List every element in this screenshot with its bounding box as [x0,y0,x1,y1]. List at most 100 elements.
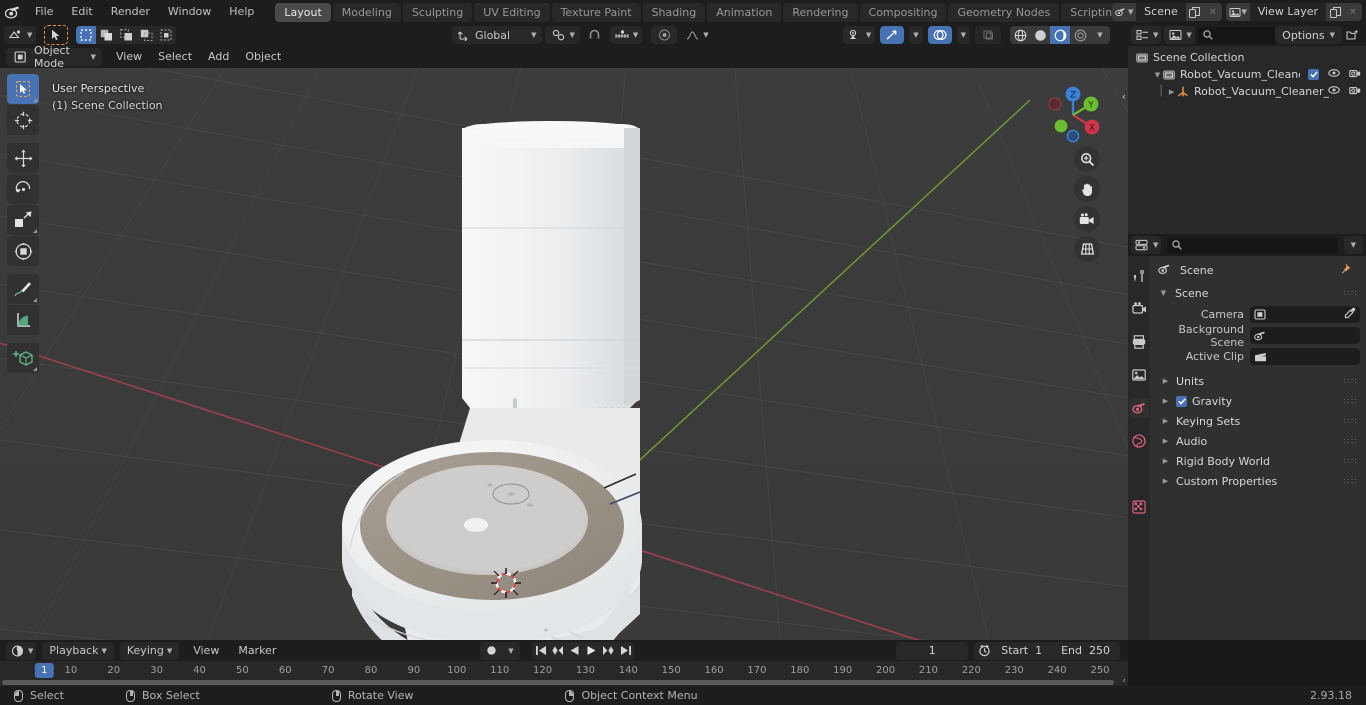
pin-icon[interactable] [1341,262,1354,278]
scale-tool[interactable] [7,205,39,235]
hide-in-viewport-toggle[interactable] [1328,85,1340,98]
orthographic-grid-icon[interactable] [1074,236,1100,262]
playback-menu[interactable]: Playback ▼ [42,641,114,660]
xray-toggle[interactable] [975,26,1001,44]
texture-properties-tab[interactable] [1129,497,1149,517]
outliner-row[interactable]: ▼ Robot_Vacuum_Cleaner_on_S [1128,66,1366,83]
3d-viewport[interactable]: User Perspective (1) Scene Collection Z … [0,68,1128,640]
frame-end-field[interactable]: End 250 [1054,641,1120,660]
snap-toggle[interactable] [583,26,607,44]
current-frame-field[interactable]: 1 [896,641,969,660]
keying-menu[interactable]: Keying ▼ [119,641,180,660]
workspace-tab-modeling[interactable]: Modeling [332,2,401,22]
auto-keying-toggle[interactable] [480,642,502,660]
workspace-tab-animation[interactable]: Animation [707,2,782,22]
add-cube-tool[interactable] [7,343,39,373]
jump-to-end-button[interactable] [617,642,634,660]
active-tool-indicator[interactable] [44,25,69,45]
property-panel-keying-sets[interactable]: ▶ Keying Sets:::: [1150,411,1366,431]
options-dropdown[interactable]: Options ▼ [1275,26,1342,44]
scene-id-block[interactable]: ▼ Scene ✕ [1112,3,1222,21]
disable-in-render-toggle[interactable] [1349,68,1361,81]
tweak-select-tool[interactable] [7,74,39,104]
chevron-right-icon[interactable]: ▶ [1160,377,1171,385]
visibility-dropdown[interactable]: ▼ [842,26,876,44]
viewport-menu-add[interactable]: Add [200,48,237,66]
object-mode-dropdown[interactable]: Object Mode ▼ [6,44,102,70]
blender-logo-icon[interactable] [0,0,26,24]
gizmo-toggle[interactable] [880,26,905,44]
transform-orientation-dropdown[interactable]: Global ▼ [452,26,543,44]
select-extend-button[interactable] [96,26,117,44]
camera-icon[interactable] [1074,206,1100,232]
render-properties-tab[interactable] [1129,299,1149,319]
tool-properties-tab[interactable] [1129,266,1149,286]
active-clip-field[interactable] [1250,348,1360,365]
chevron-right-icon[interactable]: ▶ [1160,417,1171,425]
zoom-icon[interactable] [1074,146,1100,172]
overlays-settings-dropdown[interactable]: ▼ [956,26,970,44]
jump-to-prev-keyframe-button[interactable] [549,642,566,660]
chevron-right-icon[interactable]: ▶ [1166,88,1177,96]
new-view-layer-button[interactable] [1326,3,1344,21]
solid-shading-button[interactable] [1030,26,1050,44]
chevron-right-icon[interactable]: ▶ [1160,397,1171,405]
property-panel-custom-properties[interactable]: ▶ Custom Properties:::: [1150,471,1366,491]
chevron-right-icon[interactable]: ▶ [1160,437,1171,445]
workspace-tab-shading[interactable]: Shading [642,2,706,22]
sidebar-toggle-arrow-icon[interactable]: ‹ [1122,90,1126,103]
property-panel-gravity[interactable]: ▶ Gravity:::: [1150,391,1366,411]
editor-type-selector[interactable]: ▼ [4,26,37,44]
cursor-tool[interactable] [7,105,39,135]
measure-tool[interactable] [7,305,39,335]
property-panel-audio[interactable]: ▶ Audio:::: [1150,431,1366,451]
select-new-button[interactable] [76,26,97,44]
jump-to-start-button[interactable] [532,642,549,660]
menu-render[interactable]: Render [102,3,159,21]
eyedropper-icon[interactable] [1344,307,1356,322]
workspace-tab-layout[interactable]: Layout [275,2,331,22]
keying-settings-dropdown[interactable]: ▼ [502,642,520,660]
play-button[interactable] [583,642,600,660]
menu-file[interactable]: File [26,3,62,21]
proportional-falloff-dropdown[interactable]: ▼ [680,26,712,44]
timeline-ruler[interactable]: ‹ 10 20 30 40 50 60 70 80 90 100 110 120 130 140 150 16… [0,661,1128,686]
property-panel-rigid-body-world[interactable]: ▶ Rigid Body World:::: [1150,451,1366,471]
shading-settings-dropdown[interactable]: ▼ [1090,26,1110,44]
menu-window[interactable]: Window [159,3,220,21]
chevron-down-icon[interactable]: ▼ [1152,71,1163,79]
chevron-right-icon[interactable]: ▶ [1160,477,1171,485]
outliner-row[interactable]: Scene Collection [1128,49,1366,66]
scene-section-header[interactable]: ▼ Scene :::: [1150,283,1366,303]
proportional-edit-toggle[interactable] [651,26,678,44]
workspace-tab-sculpting[interactable]: Sculpting [402,2,473,22]
use-preview-range-button[interactable] [974,641,995,660]
view-layer-properties-tab[interactable] [1129,365,1149,385]
collection-checkbox[interactable] [1308,69,1319,80]
rotate-tool[interactable] [7,174,39,204]
new-collection-button[interactable] [1341,26,1363,44]
menu-edit[interactable]: Edit [62,3,101,21]
new-scene-button[interactable] [1185,3,1204,21]
outliner-row[interactable]: │ ▶ Robot_Vacuum_Cleaner_ [1128,83,1366,100]
overlays-toggle[interactable] [927,26,952,44]
properties-editor-type-selector[interactable]: ▼ [1131,236,1162,254]
pan-icon[interactable] [1074,176,1100,202]
viewport-menu-view[interactable]: View [108,48,150,66]
camera-field[interactable] [1250,306,1360,323]
gizmo-settings-dropdown[interactable]: ▼ [909,26,923,44]
wireframe-shading-button[interactable] [1010,26,1030,44]
annotate-tool[interactable] [7,274,39,304]
move-tool[interactable] [7,143,39,173]
select-invert-button[interactable] [136,26,157,44]
timeline-scroll-arrow-icon[interactable]: ‹ [1122,676,1126,686]
timeline-view-menu[interactable]: View [185,642,227,660]
timeline-playhead[interactable]: 1 [35,663,54,678]
navigation-gizmo[interactable]: Z X Y [1036,78,1110,152]
workspace-tab-compositing[interactable]: Compositing [859,2,947,22]
property-panel-units[interactable]: ▶ Units:::: [1150,371,1366,391]
outliner-editor-type-selector[interactable]: ▼ [1131,26,1162,44]
viewport-menu-select[interactable]: Select [150,48,200,66]
view-layer-id-block[interactable]: ▼ View Layer ✕ [1225,3,1362,21]
frame-start-field[interactable]: Start 1 [994,641,1055,660]
